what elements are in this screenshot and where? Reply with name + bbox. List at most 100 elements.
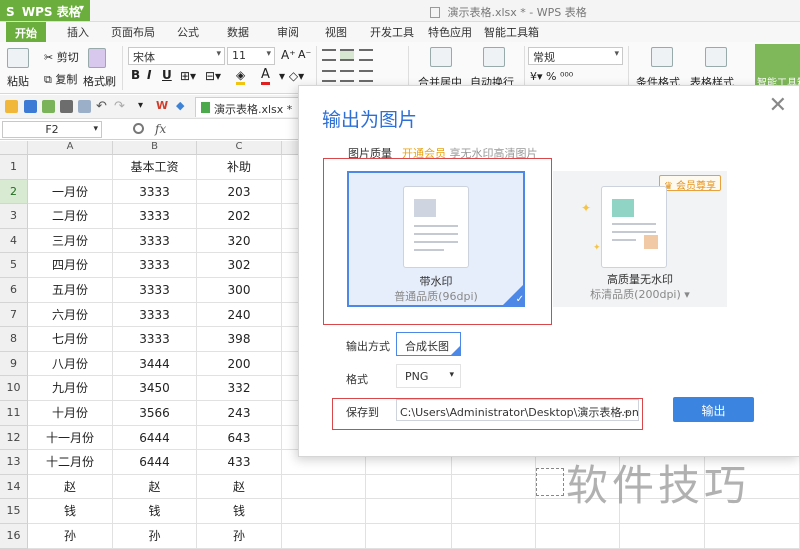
wps-w-icon[interactable]: W	[156, 99, 168, 112]
tab-review[interactable]: 审阅	[277, 24, 299, 40]
table-cell[interactable]	[28, 155, 113, 180]
table-cell[interactable]: 398	[197, 327, 282, 352]
table-cell[interactable]: 320	[197, 228, 282, 254]
row-header[interactable]: 16	[0, 524, 28, 549]
table-cell[interactable]: 钱	[113, 499, 197, 524]
table-cell[interactable]: 十一月份	[28, 425, 113, 451]
table-cell[interactable]: 赵	[28, 474, 113, 500]
table-cell[interactable]: 3333	[113, 228, 197, 254]
row-header[interactable]: 3	[0, 204, 28, 229]
merge-center-icon[interactable]	[430, 47, 452, 67]
row-header[interactable]: 9	[0, 351, 28, 377]
table-cell[interactable]: 3566	[113, 401, 197, 426]
row-header[interactable]: 12	[0, 425, 28, 451]
tab-smart-toolbox[interactable]: 智能工具箱	[484, 24, 539, 40]
row-header[interactable]: 7	[0, 302, 28, 328]
tab-insert[interactable]: 插入	[67, 24, 89, 40]
save-path-input[interactable]: C:\Users\Administrator\Desktop\演示表格.png …	[396, 399, 639, 421]
format-painter-button[interactable]: 格式刷	[83, 73, 116, 89]
table-cell[interactable]	[282, 474, 366, 500]
table-style-icon[interactable]	[705, 47, 727, 67]
font-color-icon[interactable]: A	[261, 67, 270, 85]
undo-icon[interactable]: ↶	[96, 99, 107, 114]
table-cell[interactable]: 钱	[28, 499, 113, 524]
align-center-icon[interactable]	[340, 70, 354, 82]
open-folder-icon[interactable]	[5, 100, 18, 113]
format-painter-icon[interactable]	[88, 48, 106, 68]
app-menu-button[interactable]: S WPS 表格 ▾	[0, 0, 90, 21]
conditional-format-icon[interactable]	[651, 47, 673, 67]
align-middle-icon[interactable]	[340, 49, 354, 61]
table-cell[interactable]: 基本工资	[113, 155, 197, 180]
copy-button[interactable]: ⧉ 复制	[44, 71, 77, 87]
table-cell[interactable]: 3444	[113, 351, 197, 377]
font-family-select[interactable]: 宋体 ▾	[128, 47, 225, 65]
table-cell[interactable]: 十月份	[28, 401, 113, 426]
table-cell[interactable]: 赵	[197, 474, 282, 500]
align-right-icon[interactable]	[359, 70, 373, 82]
hd-quality-card[interactable]: ♛ 会员尊享 ✦ ✦ 高质量无水印 标清品质(200dpi) ▾	[553, 171, 727, 307]
print-preview-icon[interactable]	[78, 100, 91, 113]
table-cell[interactable]: 302	[197, 253, 282, 278]
align-top-icon[interactable]	[322, 49, 336, 61]
table-cell[interactable]: 3333	[113, 302, 197, 328]
currency-icon[interactable]: ¥▾ % ⁰⁰⁰	[530, 70, 573, 83]
redo-icon[interactable]: ↷	[114, 99, 125, 114]
column-header[interactable]: A	[28, 141, 113, 155]
table-cell[interactable]: 孙	[113, 524, 197, 549]
table-cell[interactable]: 3333	[113, 253, 197, 278]
table-cell[interactable]: 三月份	[28, 228, 113, 254]
tab-formulas[interactable]: 公式	[177, 24, 199, 40]
border-icon[interactable]: ⊞▾	[180, 69, 196, 83]
table-cell[interactable]: 433	[197, 450, 282, 475]
table-cell[interactable]	[366, 499, 452, 524]
paste-button[interactable]: 粘贴	[7, 73, 29, 89]
document-tab[interactable]: 演示表格.xlsx *	[195, 97, 302, 117]
align-left-icon[interactable]	[322, 70, 336, 82]
tab-home[interactable]: 开始	[6, 22, 46, 42]
table-cell[interactable]: 四月份	[28, 253, 113, 278]
cube-icon[interactable]: ◆	[176, 99, 184, 112]
bold-button[interactable]: B	[131, 68, 140, 82]
row-header[interactable]: 1	[0, 155, 28, 180]
italic-button[interactable]: I	[147, 68, 151, 82]
table-cell[interactable]: 一月份	[28, 179, 113, 205]
table-cell[interactable]	[366, 524, 452, 549]
row-header[interactable]: 13	[0, 450, 28, 475]
table-cell[interactable]: 3333	[113, 278, 197, 303]
print-icon[interactable]	[60, 100, 73, 113]
table-cell[interactable]: 200	[197, 351, 282, 377]
close-icon[interactable]: ✕	[769, 93, 787, 118]
row-header[interactable]: 8	[0, 327, 28, 352]
table-cell[interactable]: 3333	[113, 204, 197, 229]
column-header[interactable]: C	[197, 141, 282, 155]
table-cell[interactable]	[620, 524, 705, 549]
column-header[interactable]: B	[113, 141, 197, 155]
table-cell[interactable]: 孙	[197, 524, 282, 549]
table-cell[interactable]: 3333	[113, 179, 197, 205]
table-cell[interactable]: 八月份	[28, 351, 113, 377]
table-cell[interactable]: 补助	[197, 155, 282, 180]
table-cell[interactable]: 六月份	[28, 302, 113, 328]
export-button[interactable]: 输出	[673, 397, 754, 422]
row-header[interactable]: 4	[0, 228, 28, 254]
row-header[interactable]: 15	[0, 499, 28, 524]
table-cell[interactable]	[452, 474, 536, 500]
select-all-corner[interactable]	[0, 141, 28, 155]
decrease-font-icon[interactable]: A⁻	[298, 48, 311, 61]
table-cell[interactable]: 3333	[113, 327, 197, 352]
table-cell[interactable]: 3450	[113, 376, 197, 401]
function-icon[interactable]: fx	[155, 122, 166, 136]
underline-button[interactable]: U	[162, 68, 172, 82]
row-header[interactable]: 11	[0, 401, 28, 426]
watermark-quality-card[interactable]: 带水印 普通品质(96dpi)	[347, 171, 525, 307]
export-pdf-icon[interactable]	[42, 100, 55, 113]
cut-button[interactable]: ✂ 剪切	[44, 49, 79, 65]
number-format-select[interactable]: 常规 ▾	[528, 47, 623, 65]
table-cell[interactable]	[282, 499, 366, 524]
table-cell[interactable]: 五月份	[28, 278, 113, 303]
table-cell[interactable]	[282, 524, 366, 549]
row-header[interactable]: 10	[0, 376, 28, 401]
table-cell[interactable]	[452, 524, 536, 549]
table-cell[interactable]: 243	[197, 401, 282, 426]
